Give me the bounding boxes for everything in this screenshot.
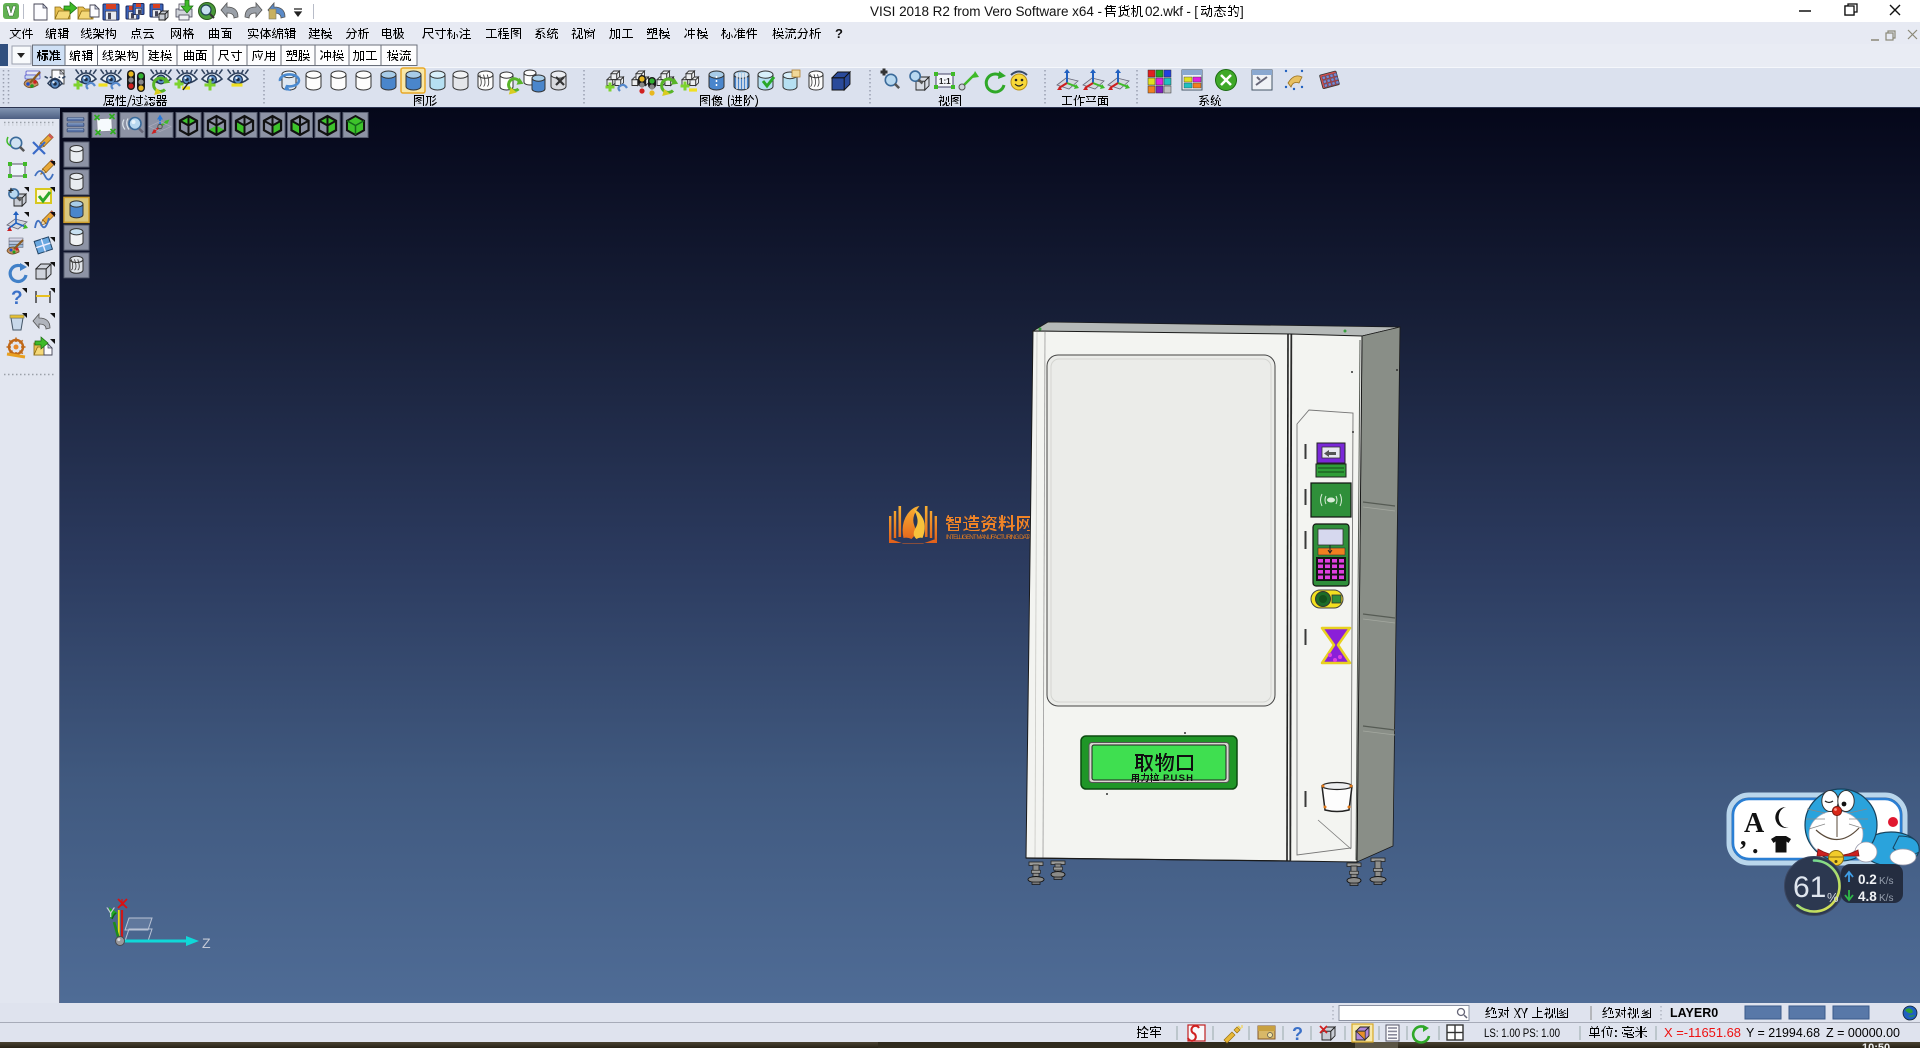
svg-text:%: % [1827, 890, 1839, 905]
svg-text:61: 61 [1793, 871, 1826, 904]
svg-text:.: . [1752, 830, 1759, 859]
svg-text:,: , [1740, 822, 1747, 851]
svg-text:4.8: 4.8 [1858, 889, 1877, 904]
svg-text:K/s: K/s [1879, 893, 1893, 904]
svg-text:LAYER0: LAYER0 [1670, 1006, 1718, 1020]
svg-text:K/s: K/s [1879, 876, 1893, 887]
svg-text:Y = 21994.68: Y = 21994.68 [1746, 1025, 1820, 1040]
svg-text:?: ? [835, 26, 843, 41]
svg-text:1:1: 1:1 [939, 77, 951, 86]
svg-text:INTELLIGENT MANUFACTURING DATA: INTELLIGENT MANUFACTURING DATA [946, 534, 1033, 541]
svg-text:X =-11651.68: X =-11651.68 [1664, 1025, 1741, 1040]
svg-text:+: + [8, 186, 14, 197]
svg-text:10:50: 10:50 [1862, 1042, 1890, 1048]
svg-text:]: ] [1240, 4, 1244, 19]
svg-text:VISI 2018 R2 from Vero Softwar: VISI 2018 R2 from Vero Software x64 - [870, 4, 1102, 19]
svg-text:02.wkf - [: 02.wkf - [ [1145, 4, 1198, 19]
svg-text:Y: Y [106, 904, 116, 920]
svg-text:LS: 1.00 PS: 1.00: LS: 1.00 PS: 1.00 [1484, 1026, 1560, 1040]
svg-text:?: ? [1292, 1024, 1303, 1044]
svg-text:Z = 00000.00: Z = 00000.00 [1826, 1025, 1900, 1040]
svg-text:Z: Z [202, 935, 211, 951]
svg-text:PUSH: PUSH [1163, 773, 1194, 784]
svg-text:0.2: 0.2 [1858, 872, 1877, 887]
svg-text:?: ? [11, 288, 23, 309]
